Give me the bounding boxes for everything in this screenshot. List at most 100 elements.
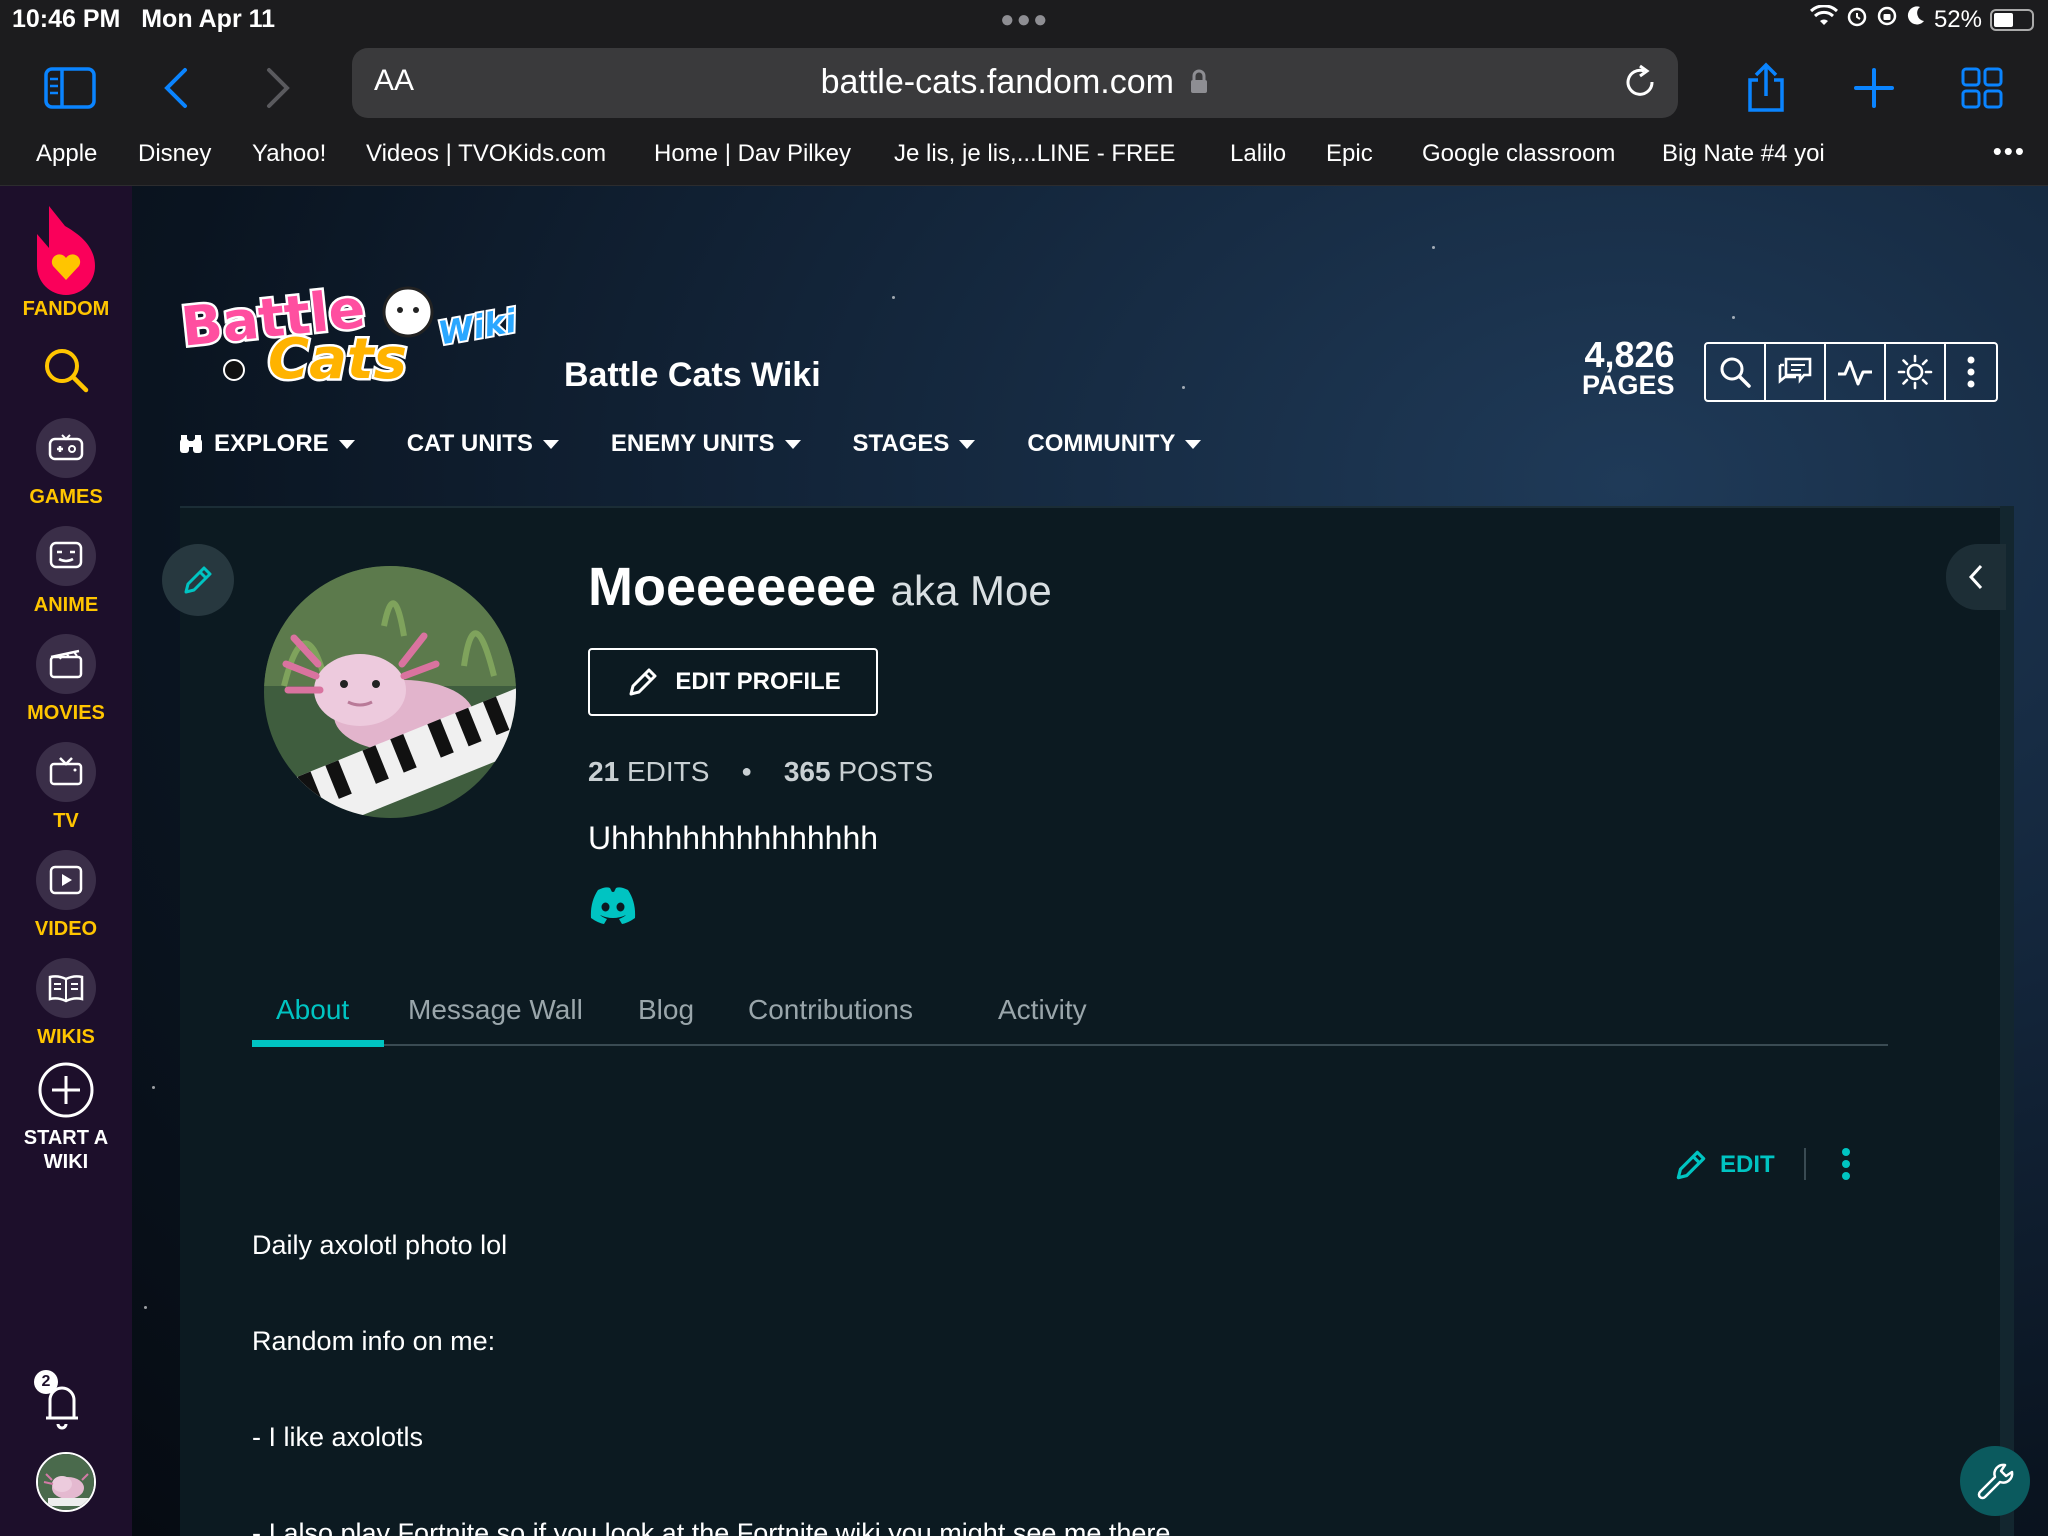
- tab-contributions[interactable]: Contributions: [748, 994, 913, 1026]
- play-icon: [36, 850, 96, 910]
- reload-icon[interactable]: [1620, 62, 1660, 107]
- wiki-tools: [1704, 342, 1998, 402]
- activity-icon: [1838, 360, 1872, 386]
- favorite-link[interactable]: Epic: [1326, 140, 1373, 168]
- notifications-button[interactable]: 2: [32, 1370, 92, 1436]
- about-text-line: - I also play Fortnite so if you look at…: [252, 1518, 1171, 1536]
- new-tab-icon[interactable]: [1846, 60, 1902, 116]
- favorite-link[interactable]: Je lis, je lis,...LINE - FREE: [894, 140, 1175, 168]
- discord-icon: [590, 887, 636, 924]
- rail-item-label: MOVIES: [27, 702, 105, 724]
- book-icon: [36, 958, 96, 1018]
- favorite-link[interactable]: Yahoo!: [252, 140, 326, 168]
- rail-item-movies[interactable]: MOVIES: [0, 634, 132, 725]
- nav-stages[interactable]: STAGES: [853, 430, 976, 458]
- wiki-name[interactable]: Battle Cats Wiki: [564, 356, 821, 395]
- tab-overview-icon[interactable]: [1954, 60, 2010, 116]
- status-icons: 52%: [1809, 4, 2034, 34]
- discord-link[interactable]: [588, 886, 638, 928]
- share-icon[interactable]: [1738, 60, 1794, 116]
- url-text[interactable]: battle-cats.fandom.com: [352, 63, 1678, 102]
- gamepad-icon: [36, 418, 96, 478]
- about-text-line: - I like axolotls: [252, 1422, 424, 1452]
- start-a-wiki-button[interactable]: START A WIKI: [0, 1060, 132, 1174]
- edit-profile-label: EDIT PROFILE: [675, 668, 841, 695]
- profile-bio: Uhhhhhhhhhhhhhhh: [588, 820, 879, 856]
- admin-tools-button[interactable]: [1960, 1446, 2030, 1516]
- favorite-link[interactable]: Big Nate #4 yoi: [1662, 140, 1825, 168]
- favorite-link[interactable]: Apple: [36, 140, 97, 168]
- stats-separator: ●: [741, 761, 753, 781]
- posts-label: POSTS: [838, 756, 934, 787]
- rail-item-anime[interactable]: ANIME: [0, 526, 132, 617]
- search-icon: [45, 349, 89, 393]
- nav-enemy-units[interactable]: ENEMY UNITS: [611, 430, 801, 458]
- multitask-dots[interactable]: ●●●: [1000, 6, 1050, 34]
- anime-icon: [36, 526, 96, 586]
- browser-toolbar: AA battle-cats.fandom.com: [0, 40, 2048, 132]
- notification-badge: 2: [34, 1370, 58, 1394]
- address-bar[interactable]: AA battle-cats.fandom.com: [352, 48, 1678, 118]
- tab-message-wall[interactable]: Message Wall: [408, 994, 583, 1026]
- wiki-more-button[interactable]: [1946, 344, 1996, 400]
- tab-about[interactable]: About: [276, 994, 349, 1026]
- tab-activity[interactable]: Activity: [998, 994, 1087, 1026]
- battery-icon: [1990, 8, 2034, 31]
- clapperboard-icon: [36, 634, 96, 694]
- active-tab-indicator: [252, 1040, 384, 1047]
- fandom-home-link[interactable]: FANDOM: [0, 204, 132, 321]
- favorite-link[interactable]: Home | Dav Pilkey: [654, 140, 851, 168]
- rail-item-tv[interactable]: TV: [0, 742, 132, 833]
- rail-item-label: VIDEO: [34, 918, 98, 940]
- profile-stats: 21 EDITS ● 365 POSTS: [588, 756, 933, 788]
- recent-activity-button[interactable]: [1826, 344, 1886, 400]
- rail-item-label: ANIME: [33, 594, 99, 616]
- battle-cats-wiki-logo-icon: Battle Cats Wiki: [176, 274, 523, 394]
- page-count-label: PAGES: [1582, 370, 1675, 400]
- favorite-link[interactable]: Lalilo: [1230, 140, 1286, 168]
- divider: [1804, 1148, 1806, 1180]
- status-time: 10:46 PM Mon Apr 11: [12, 5, 276, 33]
- wiki-logo[interactable]: Battle Cats Wiki: [176, 274, 526, 394]
- pencil-icon: [184, 566, 212, 594]
- search-button[interactable]: [0, 346, 132, 394]
- nav-cat-units[interactable]: CAT UNITS: [407, 430, 559, 458]
- moon-icon: [1906, 5, 1926, 34]
- rail-item-label: WIKIS: [37, 1026, 95, 1048]
- page-count: 4,826 PAGES: [1582, 337, 1675, 401]
- sidebar-toggle-icon[interactable]: [42, 60, 98, 116]
- rail-item-games[interactable]: GAMES: [0, 418, 132, 509]
- favorite-link[interactable]: Google classroom: [1422, 140, 1615, 168]
- about-more-button[interactable]: [1840, 1146, 1852, 1186]
- back-button[interactable]: [148, 60, 204, 116]
- page-edit-button[interactable]: [162, 544, 234, 616]
- search-icon: [1720, 357, 1751, 388]
- edits-label: EDITS: [626, 756, 710, 787]
- user-avatar[interactable]: [36, 1452, 96, 1512]
- axolotl-photo-image: [264, 566, 516, 818]
- wrench-icon: [1977, 1463, 2014, 1500]
- chevron-down-icon: [542, 439, 559, 449]
- more-favorites-icon[interactable]: •••: [1993, 136, 2026, 167]
- favorite-link[interactable]: Videos | TVOKids.com: [366, 140, 606, 168]
- nav-community[interactable]: COMMUNITY: [1027, 430, 1202, 458]
- about-edit-button[interactable]: EDIT: [1672, 1146, 1775, 1184]
- wiki-search-button[interactable]: [1706, 344, 1766, 400]
- nav-explore[interactable]: EXPLORE: [178, 430, 355, 458]
- binoculars-icon: [180, 435, 202, 453]
- tab-blog[interactable]: Blog: [638, 994, 694, 1026]
- edit-profile-button[interactable]: EDIT PROFILE: [588, 648, 878, 716]
- favorites-bar: Apple Disney Yahoo! Videos | TVOKids.com…: [0, 132, 2048, 186]
- wiki-navigation: EXPLORE CAT UNITS ENEMY UNITS STAGES COM…: [178, 430, 1253, 458]
- edits-count: 21: [588, 756, 620, 787]
- chevron-down-icon: [1185, 439, 1202, 449]
- rail-item-video[interactable]: VIDEO: [0, 850, 132, 941]
- plus-circle-icon: [38, 1062, 94, 1118]
- discussions-button[interactable]: [1766, 344, 1826, 400]
- favorite-link[interactable]: Disney: [138, 140, 211, 168]
- more-vertical-icon: [1967, 356, 1975, 388]
- forward-button[interactable]: [250, 60, 306, 116]
- theme-toggle-button[interactable]: [1886, 344, 1946, 400]
- rail-item-wikis[interactable]: WIKIS: [0, 958, 132, 1049]
- rail-collapse-button[interactable]: [1946, 544, 2006, 610]
